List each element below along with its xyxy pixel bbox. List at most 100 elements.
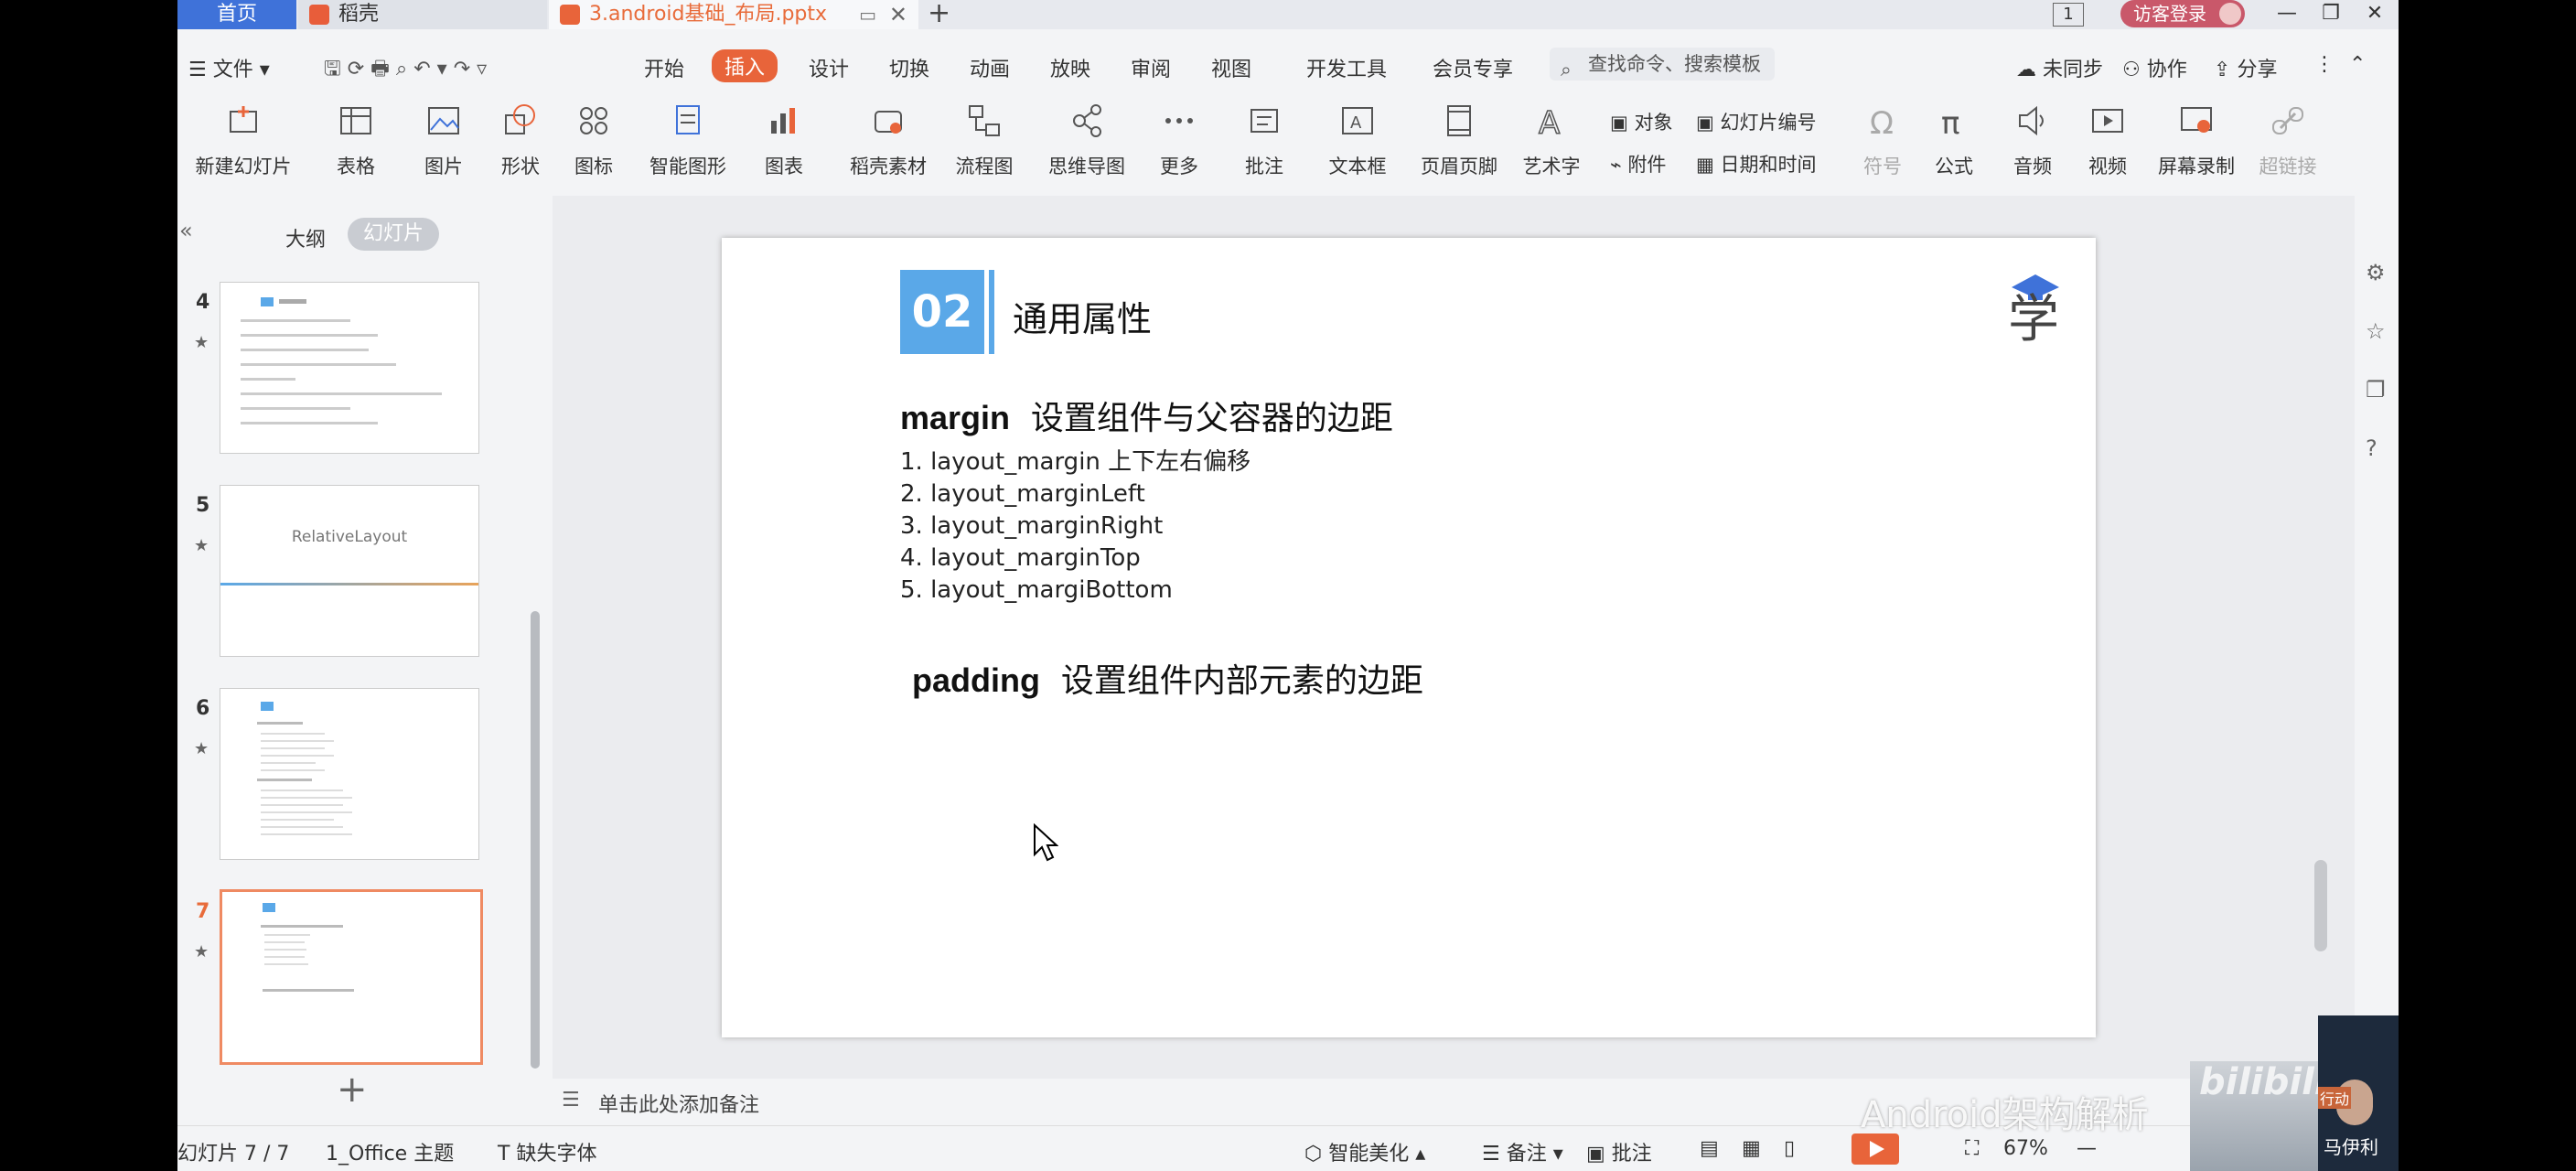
missing-font-button[interactable]: T 缺失字体 <box>498 1137 596 1166</box>
share-label: 分享 <box>2237 59 2278 81</box>
notes-toggle-button[interactable]: ☰ 备注 ▾ <box>1482 1137 1563 1166</box>
slide-thumbnail-7[interactable] <box>220 889 483 1065</box>
collapse-panel-icon[interactable]: « <box>179 218 193 243</box>
tab-developer[interactable]: 开发工具 <box>1306 53 1387 82</box>
docer-material-icon <box>875 111 902 134</box>
table-button[interactable]: 表格 <box>324 102 388 179</box>
tab-slideshow[interactable]: 放映 <box>1050 53 1090 82</box>
tab-view[interactable]: 视图 <box>1211 53 1251 82</box>
comments-toggle-button[interactable]: ▣ 批注 <box>1586 1137 1652 1166</box>
slide-number-button[interactable]: ▣ 幻灯片编号 <box>1696 108 1817 135</box>
slide-thumbnail-panel: « 大纲 幻灯片 4 ★ 5 ★ RelativeLayout 6 ★ 7 ★ … <box>177 209 551 1125</box>
transition-icon[interactable]: ❐ <box>2366 377 2386 403</box>
tab-animation[interactable]: 动画 <box>970 53 1010 82</box>
login-button[interactable]: 访客登录 <box>2120 0 2245 27</box>
tab-review[interactable]: 审阅 <box>1131 53 1171 82</box>
tab-design[interactable]: 设计 <box>809 53 849 82</box>
slide-number: 7 <box>196 900 210 923</box>
comment-button[interactable]: 批注 <box>1237 102 1292 179</box>
wps-presentation-window: 首页 稻壳 3.android基础_布局.pptx ▭ ✕ + 1 访客登录 —… <box>177 0 2399 1171</box>
attachment-button[interactable]: ⌁ 附件 <box>1610 150 1666 177</box>
margin-attribute-list: 1. layout_margin 上下左右偏移 2. layout_margin… <box>900 446 1250 607</box>
more-button[interactable]: 更多 <box>1147 102 1211 179</box>
close-tab-icon[interactable]: ✕ <box>889 0 907 29</box>
tab-home[interactable]: 首页 <box>177 0 296 29</box>
slide-thumbnail-4[interactable] <box>220 282 479 454</box>
button-label: 图片 <box>424 156 463 177</box>
slide-number: 5 <box>196 494 210 517</box>
header-footer-button[interactable]: 页眉页脚 <box>1416 102 1502 179</box>
textbox-button[interactable]: A 文本框 <box>1321 102 1394 179</box>
current-slide[interactable]: 02 通用属性 学 margin 设置组件与父容器的边距 1. layout_m… <box>722 238 2096 1037</box>
monitor-icon[interactable]: ▭ <box>859 0 876 29</box>
svg-text:A: A <box>1350 113 1362 133</box>
smart-graphic-button[interactable]: 智能图形 <box>642 102 734 179</box>
mouse-cursor-icon <box>1034 823 1058 862</box>
zoom-level[interactable]: 67% <box>2003 1137 2048 1160</box>
slide-thumbnail-5[interactable]: RelativeLayout <box>220 485 479 657</box>
more-options-icon[interactable]: ⋮ <box>2314 53 2334 76</box>
docer-material-button[interactable]: 稻壳素材 <box>847 102 929 179</box>
command-search-input[interactable]: ⌕ 查找命令、搜索模板 <box>1550 48 1775 81</box>
restore-button[interactable]: ❐ <box>2309 0 2353 29</box>
symbol-button[interactable]: Ω 符号 <box>1855 102 1910 179</box>
shape-button[interactable]: 形状 <box>488 102 553 179</box>
reading-view-icon[interactable]: ▯ <box>1784 1137 1795 1160</box>
insert-ribbon: 新建幻灯片 表格 图片 形状 图标 智能图形 图表 稻壳素材 流程图 思维导图 … <box>177 95 2399 196</box>
button-label: 视频 <box>2088 156 2127 177</box>
object-button[interactable]: ▣ 对象 <box>1610 108 1673 135</box>
zoom-out-button[interactable]: — <box>2077 1137 2097 1160</box>
help-icon[interactable]: ? <box>2366 435 2377 461</box>
tab-member[interactable]: 会员专享 <box>1433 53 1513 82</box>
button-label: 文本框 <box>1328 156 1387 177</box>
screen-record-button[interactable]: 屏幕录制 <box>2153 102 2239 179</box>
formula-button[interactable]: π 公式 <box>1927 102 1981 179</box>
slide-thumbnail-6[interactable] <box>220 688 479 860</box>
chart-button[interactable]: 图表 <box>752 102 816 179</box>
thumb-6-preview <box>257 702 352 835</box>
canvas-scrollbar[interactable] <box>2314 860 2327 951</box>
star-icon: ★ <box>194 739 209 758</box>
new-tab-button[interactable]: + <box>928 0 950 27</box>
tab-outline[interactable]: 大纲 <box>285 223 326 252</box>
video-button[interactable]: 视频 <box>2080 102 2135 179</box>
tab-transition[interactable]: 切换 <box>889 53 929 82</box>
collab-button[interactable]: ⚇ 协作 <box>2122 53 2187 82</box>
audio-button[interactable]: 音频 <box>2005 102 2060 179</box>
tab-docer[interactable]: 稻壳 <box>298 0 547 29</box>
smart-beautify-button[interactable]: ⬡ 智能美化 ▴ <box>1304 1137 1425 1166</box>
mindmap-button[interactable]: 思维导图 <box>1041 102 1132 179</box>
picture-button[interactable]: 图片 <box>412 102 476 179</box>
theme-name[interactable]: 1_Office 主题 <box>326 1137 454 1166</box>
date-time-button[interactable]: ▦ 日期和时间 <box>1696 150 1817 177</box>
animation-star-icon[interactable]: ☆ <box>2366 318 2386 344</box>
flowchart-button[interactable]: 流程图 <box>948 102 1021 179</box>
icon-button[interactable]: 图标 <box>562 102 626 179</box>
wordart-button[interactable]: A 艺术字 <box>1515 102 1588 179</box>
settings-sliders-icon[interactable]: ⚙ <box>2366 260 2386 285</box>
play-slideshow-button[interactable] <box>1852 1133 1899 1165</box>
minimize-button[interactable]: — <box>2265 0 2309 29</box>
tab-slides[interactable]: 幻灯片 <box>348 218 439 251</box>
add-slide-icon[interactable]: + <box>337 1069 368 1111</box>
share-button[interactable]: ⇪ 分享 <box>2214 53 2277 82</box>
hyperlink-button[interactable]: 超链接 <box>2256 102 2320 179</box>
collapse-ribbon-icon[interactable]: ⌃ <box>2349 53 2366 76</box>
thumb-4-preview <box>241 297 442 424</box>
tab-start[interactable]: 开始 <box>644 53 684 82</box>
button-label: 公式 <box>1935 156 1973 177</box>
grid-view-icon[interactable]: ▦ <box>1742 1137 1761 1160</box>
fit-window-icon[interactable]: ⛶ <box>1965 1137 1979 1160</box>
close-window-button[interactable]: ✕ <box>2353 0 2397 29</box>
tab-insert[interactable]: 插入 <box>712 49 778 82</box>
chart-icon <box>771 108 795 134</box>
normal-view-icon[interactable]: ▤ <box>1700 1137 1719 1160</box>
thumbnail-scrollbar[interactable] <box>531 611 540 1069</box>
file-menu[interactable]: ☰ 文件 ▾ <box>188 53 270 82</box>
sync-button[interactable]: ☁ 未同步 <box>2016 53 2103 82</box>
quick-access-toolbar[interactable]: 🖫 ⟳ 🖶 ⌕ ↶ ▾ ↷ ▿ <box>324 53 487 88</box>
new-slide-button[interactable]: 新建幻灯片 <box>183 102 304 179</box>
docer-icon <box>309 5 329 25</box>
tab-document[interactable]: 3.android基础_布局.pptx ▭ ✕ <box>549 0 918 29</box>
button-label: 稻壳素材 <box>850 156 927 177</box>
